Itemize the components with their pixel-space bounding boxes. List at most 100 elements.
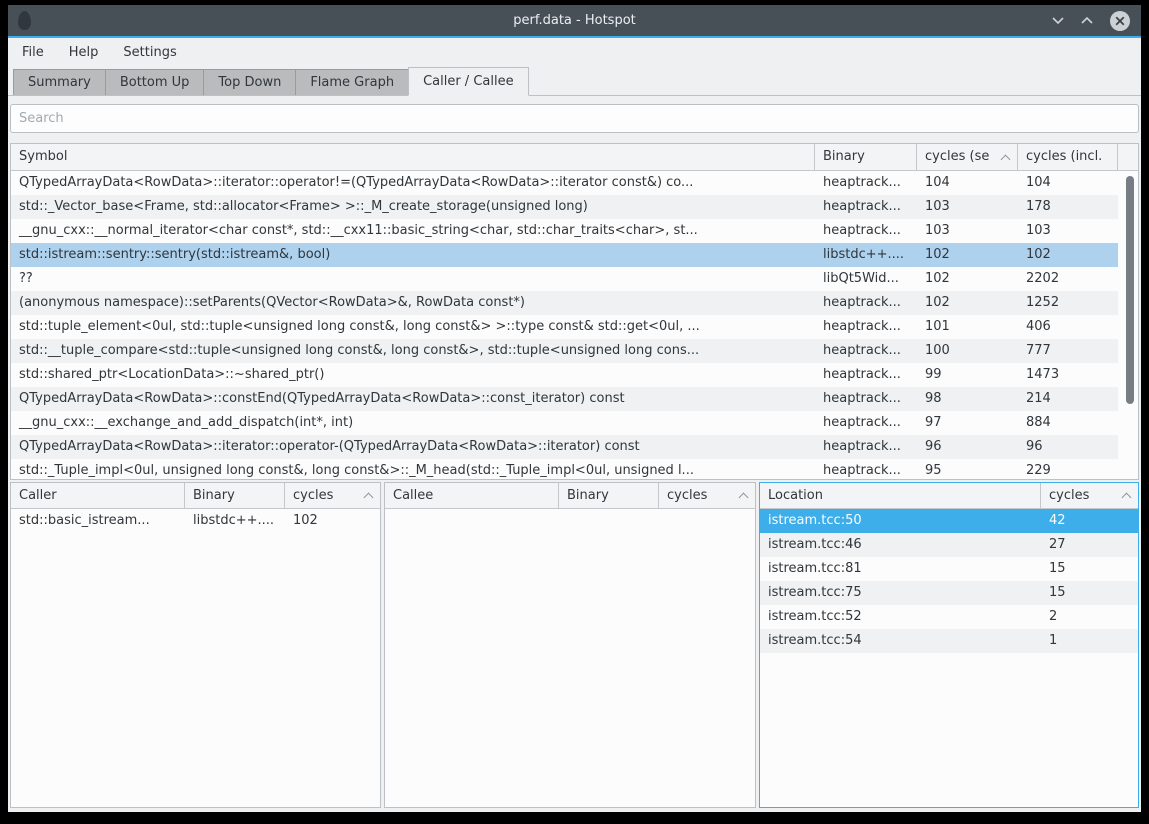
column-header-cycles[interactable]: cycles	[1041, 483, 1138, 508]
column-header-callee[interactable]: Callee	[385, 483, 559, 508]
symbol-cell: QTypedArrayData<RowData>::iterator::oper…	[11, 171, 815, 195]
symbol-cell: std::tuple_element<0ul, std::tuple<unsig…	[11, 315, 815, 339]
callees-header: Callee Binary cycles	[385, 483, 755, 509]
column-header-cycles-self-label: cycles (se	[925, 144, 989, 170]
cycles-cell: 15	[1041, 581, 1138, 605]
tab-caller-callee[interactable]: Caller / Callee	[408, 67, 529, 96]
column-header-cycles-self[interactable]: cycles (se	[917, 144, 1018, 170]
symbol-cell: QTypedArrayData<RowData>::iterator::oper…	[11, 435, 815, 459]
cycles-incl-cell: 102	[1018, 243, 1118, 267]
cycles-self-cell: 102	[917, 267, 1018, 291]
cycles-incl-cell: 2202	[1018, 267, 1118, 291]
symbol-cell: ??	[11, 267, 815, 291]
binary-cell: heaptrack...	[815, 387, 917, 411]
cycles-self-cell: 102	[917, 243, 1018, 267]
cycles-self-cell: 104	[917, 171, 1018, 195]
column-header-cycles-label: cycles	[293, 483, 333, 508]
cycles-self-cell: 101	[917, 315, 1018, 339]
column-header-cycles[interactable]: cycles	[659, 483, 755, 508]
column-header-binary[interactable]: Binary	[559, 483, 659, 508]
column-header-location[interactable]: Location	[760, 483, 1041, 508]
scrollbar-handle[interactable]	[1126, 176, 1134, 404]
location-row[interactable]: istream.tcc:81 15	[760, 557, 1138, 581]
binary-cell: heaptrack...	[815, 171, 917, 195]
menu-settings[interactable]: Settings	[123, 45, 176, 60]
location-row[interactable]: istream.tcc:75 15	[760, 581, 1138, 605]
cycles-incl-cell: 96	[1018, 435, 1118, 459]
binary-cell: heaptrack...	[815, 219, 917, 243]
symbol-table-row[interactable]: std::__tuple_compare<std::tuple<unsigned…	[11, 339, 1118, 363]
tab-bar: Summary Bottom Up Top Down Flame Graph C…	[8, 67, 1141, 96]
binary-cell: heaptrack...	[815, 195, 917, 219]
column-header-caller[interactable]: Caller	[11, 483, 185, 508]
symbol-table-row[interactable]: std::_Vector_base<Frame, std::allocator<…	[11, 195, 1118, 219]
locations-body: istream.tcc:50 42 istream.tcc:46 27 istr…	[760, 509, 1138, 807]
location-cell: istream.tcc:81	[760, 557, 1041, 581]
location-row-selected[interactable]: istream.tcc:50 42	[760, 509, 1138, 533]
minimize-icon[interactable]	[1051, 15, 1065, 26]
search-input[interactable]	[10, 104, 1139, 133]
caller-callee-page: Symbol Binary cycles (se cycles (incl. Q…	[8, 96, 1141, 812]
column-header-cycles-incl[interactable]: cycles (incl.	[1018, 144, 1118, 170]
binary-cell: heaptrack...	[815, 411, 917, 435]
column-header-binary[interactable]: Binary	[185, 483, 285, 508]
callees-body	[385, 509, 755, 807]
maximize-icon[interactable]	[1080, 15, 1094, 26]
location-row[interactable]: istream.tcc:52 2	[760, 605, 1138, 629]
sort-ascending-icon	[1122, 493, 1132, 503]
column-header-cycles[interactable]: cycles	[285, 483, 380, 508]
cycles-incl-cell: 406	[1018, 315, 1118, 339]
symbol-table-row[interactable]: std::tuple_element<0ul, std::tuple<unsig…	[11, 315, 1118, 339]
cycles-self-cell: 95	[917, 459, 1018, 479]
cycles-incl-cell: 103	[1018, 219, 1118, 243]
location-cell: istream.tcc:75	[760, 581, 1041, 605]
symbol-table-row[interactable]: (anonymous namespace)::setParents(QVecto…	[11, 291, 1118, 315]
close-icon[interactable]	[1109, 10, 1131, 32]
cycles-self-cell: 103	[917, 195, 1018, 219]
location-cell: istream.tcc:52	[760, 605, 1041, 629]
vertical-scrollbar[interactable]	[1125, 174, 1135, 476]
app-window: perf.data - Hotspot File Help Settings S…	[8, 5, 1141, 812]
menu-file[interactable]: File	[22, 45, 44, 60]
cycles-cell: 42	[1041, 509, 1138, 533]
menu-help[interactable]: Help	[69, 45, 99, 60]
binary-cell: libstdc++....	[185, 509, 285, 533]
symbol-table-row[interactable]: QTypedArrayData<RowData>::constEnd(QType…	[11, 387, 1118, 411]
caller-row[interactable]: std::basic_istream... libstdc++.... 102	[11, 509, 380, 533]
titlebar[interactable]: perf.data - Hotspot	[8, 5, 1141, 38]
symbol-table-row-selected[interactable]: std::istream::sentry::sentry(std::istrea…	[11, 243, 1118, 267]
sort-ascending-icon	[1001, 154, 1011, 164]
menubar: File Help Settings	[8, 38, 1141, 67]
column-header-symbol[interactable]: Symbol	[11, 144, 815, 170]
cycles-incl-cell: 884	[1018, 411, 1118, 435]
cycles-self-cell: 103	[917, 219, 1018, 243]
column-header-binary[interactable]: Binary	[815, 144, 917, 170]
detail-panels: Caller Binary cycles std::basic_istream.…	[10, 482, 1139, 808]
location-row[interactable]: istream.tcc:46 27	[760, 533, 1138, 557]
binary-cell: libstdc++....	[815, 243, 917, 267]
cycles-cell: 2	[1041, 605, 1138, 629]
tab-top-down[interactable]: Top Down	[203, 69, 296, 95]
symbol-table-row[interactable]: __gnu_cxx::__exchange_and_add_dispatch(i…	[11, 411, 1118, 435]
cycles-cell: 1	[1041, 629, 1138, 653]
column-header-cycles-label: cycles	[667, 483, 707, 508]
location-row[interactable]: istream.tcc:54 1	[760, 629, 1138, 653]
header-scrollbar-gap	[1118, 144, 1138, 170]
cycles-self-cell: 96	[917, 435, 1018, 459]
symbol-table-row[interactable]: __gnu_cxx::__normal_iterator<char const*…	[11, 219, 1118, 243]
symbol-table-row[interactable]: QTypedArrayData<RowData>::iterator::oper…	[11, 435, 1118, 459]
symbol-table: Symbol Binary cycles (se cycles (incl. Q…	[10, 143, 1139, 480]
cycles-self-cell: 99	[917, 363, 1018, 387]
symbol-table-body: QTypedArrayData<RowData>::iterator::oper…	[11, 171, 1138, 479]
symbol-table-row[interactable]: ?? libQt5Wid... 102 2202	[11, 267, 1118, 291]
binary-cell: heaptrack...	[815, 315, 917, 339]
cycles-cell: 27	[1041, 533, 1138, 557]
symbol-table-row[interactable]: QTypedArrayData<RowData>::iterator::oper…	[11, 171, 1118, 195]
tab-flame-graph[interactable]: Flame Graph	[295, 69, 409, 95]
symbol-table-row[interactable]: std::shared_ptr<LocationData>::~shared_p…	[11, 363, 1118, 387]
symbol-table-row[interactable]: std::_Tuple_impl<0ul, unsigned long cons…	[11, 459, 1118, 479]
tab-bottom-up[interactable]: Bottom Up	[105, 69, 205, 95]
binary-cell: libQt5Wid...	[815, 267, 917, 291]
tab-summary[interactable]: Summary	[13, 69, 106, 95]
symbol-cell: std::shared_ptr<LocationData>::~shared_p…	[11, 363, 815, 387]
